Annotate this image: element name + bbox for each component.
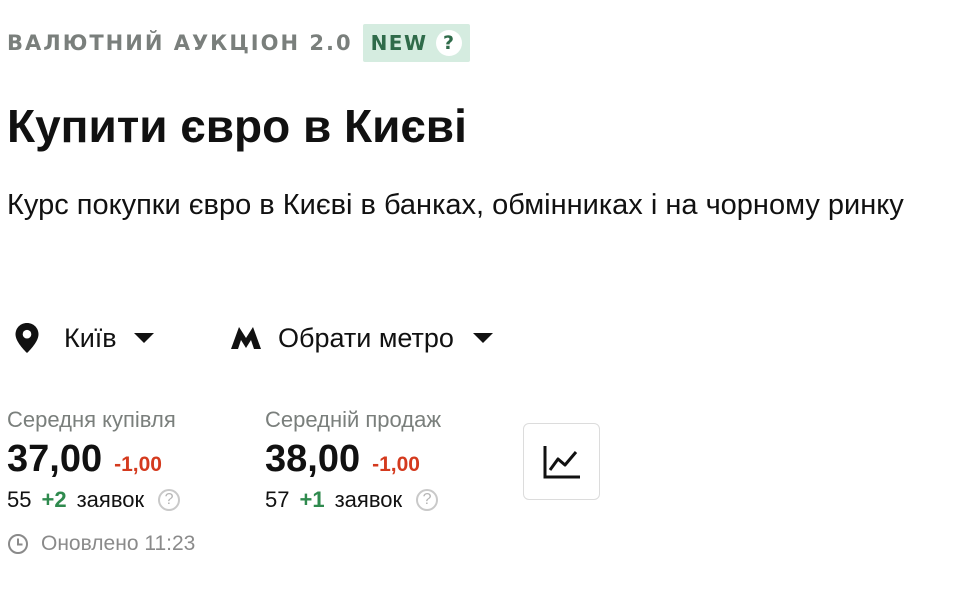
last-updated: Оновлено 11:23: [7, 532, 195, 556]
city-selector[interactable]: Київ: [14, 318, 154, 358]
new-badge-text: NEW: [370, 31, 428, 55]
sell-orders-delta: +1: [299, 487, 325, 512]
sell-orders-count: 57: [265, 487, 290, 512]
buy-orders: 55 +2 заявок ?: [7, 487, 181, 513]
metro-label: Обрати метро: [278, 322, 454, 353]
line-chart-icon: [542, 444, 582, 480]
chevron-down-icon: [133, 333, 154, 343]
average-sell-block: Середній продаж 38,00 -1,00 57 +1 заявок…: [265, 405, 441, 513]
page-subtitle: Курс покупки євро в Києві в банках, обмі…: [7, 189, 904, 221]
buy-orders-count: 55: [7, 487, 32, 512]
auction-header: ВАЛЮТНИЙ АУКЦІОН 2.0 NEW ?: [7, 24, 470, 62]
question-icon[interactable]: ?: [158, 489, 181, 511]
auction-label: ВАЛЮТНИЙ АУКЦІОН 2.0: [7, 31, 353, 55]
page-title: Купити євро в Києві: [7, 100, 467, 152]
metro-selector[interactable]: Обрати метро: [230, 318, 493, 358]
average-buy-delta: -1,00: [114, 453, 162, 476]
clock-icon: [7, 533, 29, 555]
average-buy-block: Середня купівля 37,00 -1,00 55 +2 заявок…: [7, 405, 181, 513]
sell-orders: 57 +1 заявок ?: [265, 487, 441, 513]
average-sell-delta: -1,00: [372, 453, 420, 476]
last-updated-text: Оновлено 11:23: [41, 532, 196, 555]
city-label: Київ: [64, 322, 117, 353]
average-sell-value: 38,00: [265, 438, 361, 480]
new-badge[interactable]: NEW ?: [362, 24, 470, 62]
location-pin-icon: [14, 322, 40, 354]
metro-icon: [230, 325, 262, 351]
buy-orders-label: заявок: [76, 487, 145, 512]
question-icon[interactable]: ?: [416, 489, 439, 511]
chevron-down-icon: [472, 333, 493, 343]
rate-chart-button[interactable]: [523, 423, 600, 500]
question-icon[interactable]: ?: [435, 30, 462, 56]
buy-orders-delta: +2: [41, 487, 67, 512]
average-sell-label: Середній продаж: [265, 407, 442, 432]
average-buy-value: 37,00: [7, 438, 103, 480]
average-buy-label: Середня купівля: [7, 407, 176, 432]
sell-orders-label: заявок: [334, 487, 403, 512]
